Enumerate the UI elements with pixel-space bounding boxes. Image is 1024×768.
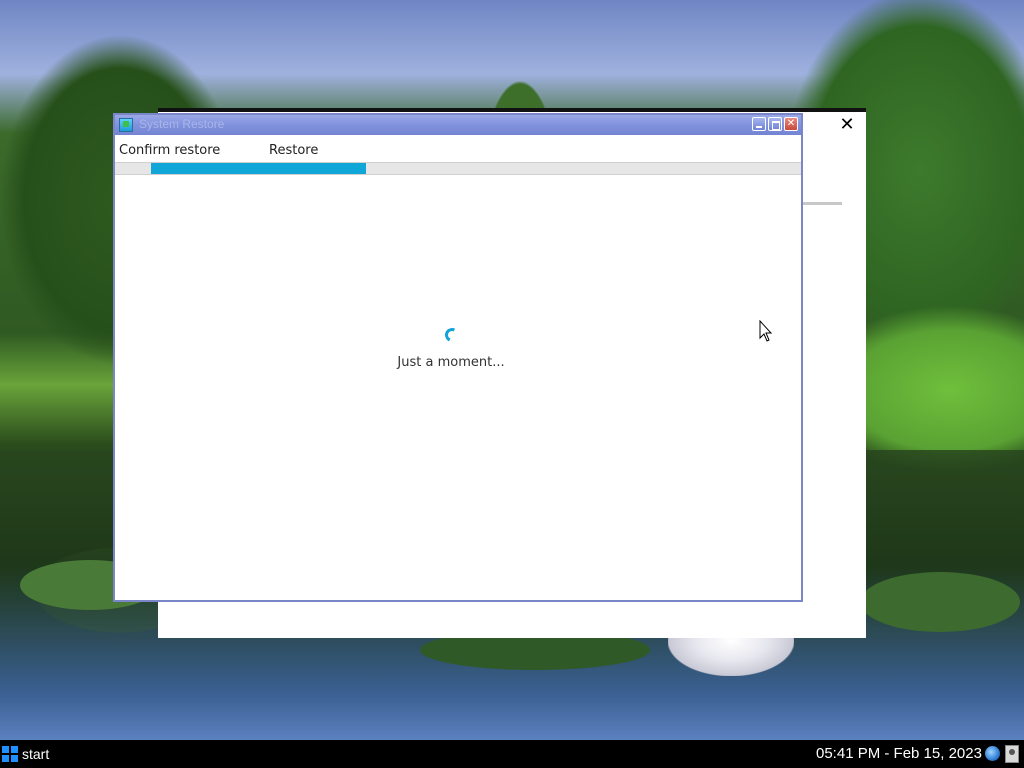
user-icon[interactable] [1005, 745, 1019, 763]
system-restore-window[interactable]: System Restore ✕ Confirm restore Restore… [113, 113, 803, 602]
taskbar-clock[interactable]: 05:41 PM - Feb 15, 2023 [816, 745, 982, 762]
mouse-pointer-icon [759, 320, 773, 342]
start-label: start [22, 746, 50, 762]
loading-message: Just a moment... [397, 355, 505, 370]
water-lily-flower [668, 632, 794, 676]
start-button[interactable]: start [0, 740, 70, 768]
window-title: System Restore [139, 117, 225, 131]
maximize-button[interactable] [768, 117, 782, 131]
back-window-close-button[interactable]: ✕ [838, 116, 856, 134]
step-restore: Restore [269, 143, 319, 158]
step-confirm-restore: Confirm restore [119, 143, 221, 158]
back-window-divider [800, 202, 842, 205]
wizard-steps: Confirm restore Restore [115, 135, 801, 163]
loading-spinner-icon [443, 326, 461, 344]
progress-bar [115, 162, 801, 175]
globe-icon[interactable] [985, 746, 1000, 761]
windows-logo-icon [2, 746, 18, 762]
taskbar: start 05:41 PM - Feb 15, 2023 [0, 740, 1024, 768]
restore-app-icon [119, 118, 133, 132]
minimize-button[interactable] [752, 117, 766, 131]
close-button[interactable]: ✕ [784, 117, 798, 131]
lily-pad [860, 572, 1020, 632]
progress-bar-fill [151, 163, 366, 174]
window-titlebar[interactable]: System Restore ✕ [115, 115, 801, 135]
